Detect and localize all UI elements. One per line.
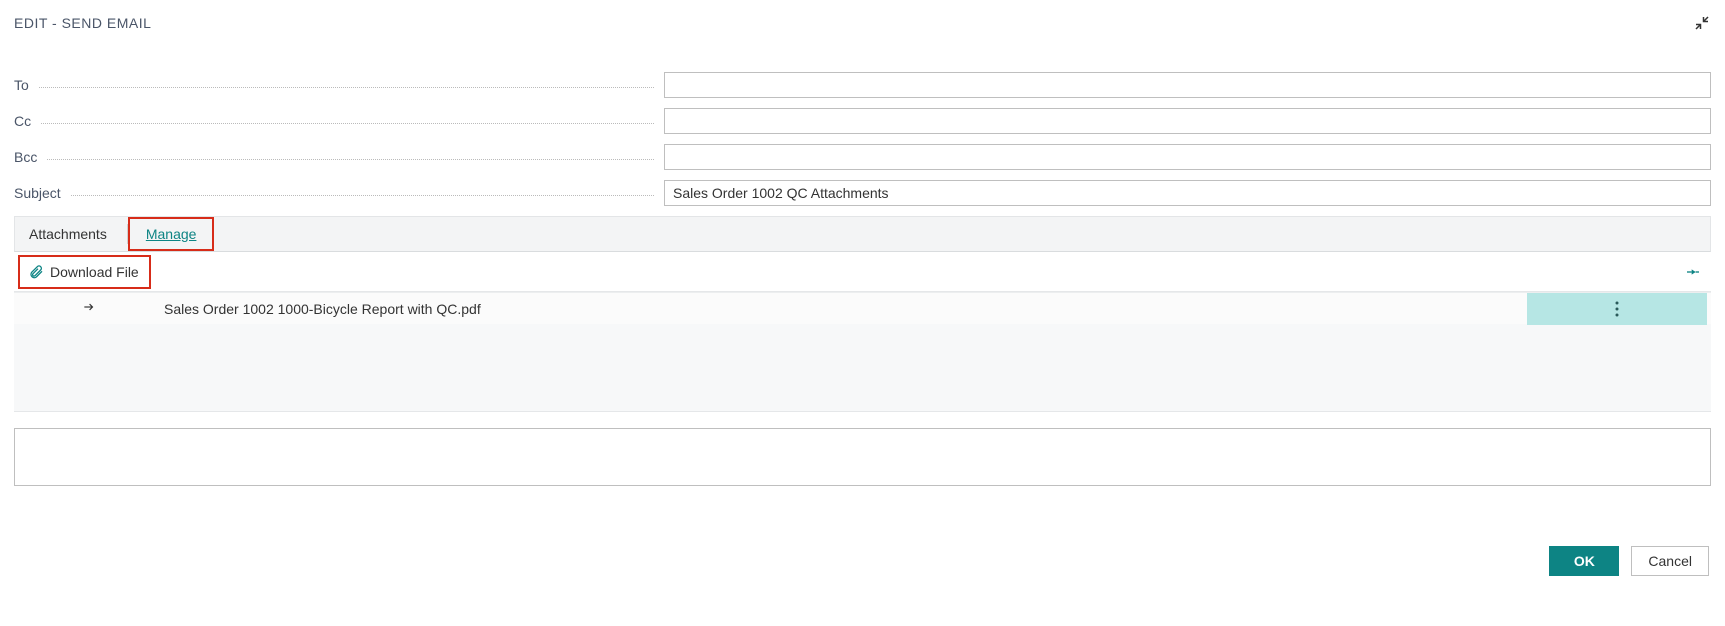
attachments-toolbar: Download File	[14, 252, 1711, 292]
dialog-header: EDIT - SEND EMAIL	[14, 14, 1711, 32]
subject-input[interactable]	[664, 180, 1711, 206]
ok-button[interactable]: OK	[1549, 546, 1619, 576]
open-record-icon[interactable]	[14, 300, 164, 317]
email-body-editor[interactable]	[14, 428, 1711, 486]
more-vertical-icon	[1615, 301, 1619, 317]
collapse-icon[interactable]	[1693, 14, 1711, 32]
manage-link[interactable]: Manage	[140, 222, 203, 246]
dialog-footer: OK Cancel	[14, 546, 1711, 576]
cc-row: Cc	[14, 108, 1711, 134]
subject-row: Subject	[14, 180, 1711, 206]
bcc-label: Bcc	[14, 149, 664, 165]
download-file-label: Download File	[50, 264, 139, 280]
cc-input[interactable]	[664, 108, 1711, 134]
cc-label: Cc	[14, 113, 664, 129]
row-actions-button[interactable]	[1527, 293, 1707, 325]
dotted-leader	[39, 87, 654, 88]
attachments-bar: Attachments Manage	[14, 216, 1711, 252]
subject-label: Subject	[14, 185, 664, 201]
attachments-list: Sales Order 1002 1000-Bicycle Report wit…	[14, 292, 1711, 412]
bcc-row: Bcc	[14, 144, 1711, 170]
dotted-leader	[41, 123, 654, 124]
file-name: Sales Order 1002 1000-Bicycle Report wit…	[164, 301, 1527, 317]
manage-highlight: Manage	[128, 217, 215, 251]
dotted-leader	[71, 195, 654, 196]
to-label: To	[14, 77, 664, 93]
attachments-section-label: Attachments	[29, 226, 127, 242]
to-input[interactable]	[664, 72, 1711, 98]
list-item[interactable]: Sales Order 1002 1000-Bicycle Report wit…	[14, 292, 1711, 324]
download-file-button[interactable]: Download File	[18, 255, 151, 289]
pin-icon[interactable]	[1685, 264, 1707, 280]
paperclip-icon	[28, 264, 44, 280]
dotted-leader	[47, 159, 654, 160]
to-row: To	[14, 72, 1711, 98]
cancel-button[interactable]: Cancel	[1631, 546, 1709, 576]
bcc-input[interactable]	[664, 144, 1711, 170]
dialog-title: EDIT - SEND EMAIL	[14, 15, 151, 31]
